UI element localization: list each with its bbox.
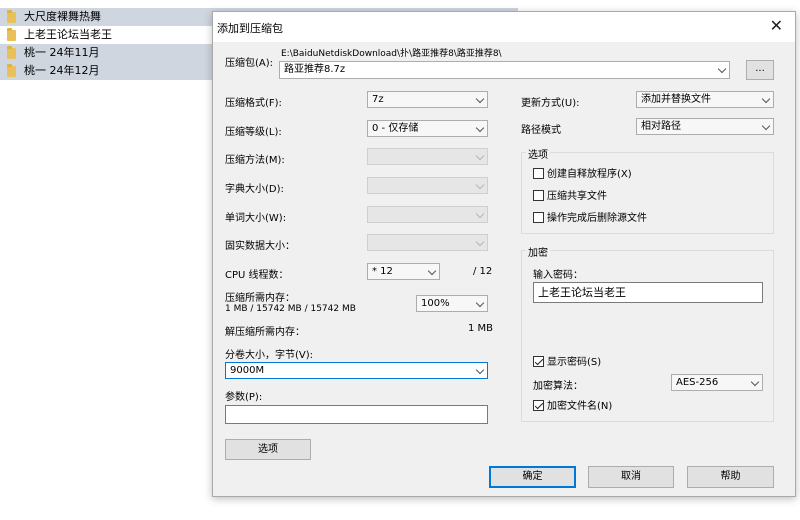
mem-usage-value: 100% [421, 298, 450, 309]
show-password-checkbox[interactable]: 显示密码(S) [533, 356, 601, 369]
title-bar: 添加到压缩包 ✕ [213, 12, 795, 42]
encrypt-names-checkbox[interactable]: 加密文件名(N) [533, 400, 612, 413]
update-mode-label: 更新方式(U): [521, 98, 580, 109]
encryption-group: 加密 输入密码： 上老王论坛当老王 显示密码(S) 加密算法： AES-256 … [521, 244, 774, 422]
archive-path: E:\BaiduNetdiskDownload\扑\路亚推荐8\路亚推荐8\ [281, 49, 502, 59]
list-item-label: 桃一 24年12月 [24, 64, 100, 77]
chevron-down-icon [475, 209, 485, 219]
delete-after-label: 操作完成后删除源文件 [547, 213, 647, 224]
list-item-label: 桃一 24年11月 [24, 46, 100, 59]
options-button[interactable]: 选项 [225, 439, 311, 460]
folder-icon [7, 64, 16, 77]
chevron-down-icon [475, 298, 485, 308]
format-value: 7z [372, 94, 384, 105]
update-mode-select[interactable]: 添加并替换文件 [636, 91, 774, 108]
split-size-combo[interactable]: 9000M [225, 362, 488, 379]
level-select[interactable]: 0 - 仅存储 [367, 120, 488, 137]
checkbox-box[interactable] [533, 356, 544, 367]
password-label: 输入密码： [533, 270, 583, 281]
chevron-down-icon [475, 123, 485, 133]
archive-name-combo[interactable]: 路亚推荐8.7z [279, 61, 730, 79]
solid-size-label: 固实数据大小： [225, 241, 295, 252]
word-size-label: 单词大小(W): [225, 213, 287, 224]
encryption-method-select[interactable]: AES-256 [671, 374, 763, 391]
chevron-down-icon [475, 151, 485, 161]
chevron-down-icon [475, 237, 485, 247]
dict-size-label: 字典大小(D): [225, 184, 284, 195]
params-label: 参数(P): [225, 392, 263, 403]
mem-compress-label: 压缩所需内存： [225, 293, 295, 304]
shared-files-label: 压缩共享文件 [547, 191, 607, 202]
ok-button[interactable]: 确定 [489, 466, 576, 488]
show-password-label: 显示密码(S) [547, 357, 602, 368]
options-group-title: 选项 [526, 146, 550, 161]
method-label: 压缩方法(M): [225, 155, 285, 166]
chevron-down-icon [750, 377, 760, 387]
mem-compress-detail: 1 MB / 15742 MB / 15742 MB [225, 304, 356, 314]
path-mode-value: 相对路径 [641, 121, 681, 132]
chevron-down-icon [761, 94, 771, 104]
sfx-checkbox[interactable]: 创建自释放程序(X) [533, 168, 632, 181]
cpu-threads-value: * 12 [372, 266, 393, 277]
encrypt-names-label: 加密文件名(N) [547, 401, 613, 412]
split-size-value: 9000M [230, 365, 265, 376]
close-icon[interactable]: ✕ [770, 16, 783, 36]
folder-icon [7, 10, 16, 23]
cpu-threads-select[interactable]: * 12 [367, 263, 440, 280]
cpu-threads-label: CPU 线程数： [225, 270, 289, 281]
delete-after-checkbox[interactable]: 操作完成后删除源文件 [533, 212, 647, 225]
chevron-down-icon [427, 266, 437, 276]
path-mode-label: 路径模式 [521, 125, 561, 136]
dialog-title: 添加到压缩包 [217, 22, 283, 35]
folder-icon [7, 28, 16, 41]
mem-decompress-label: 解压缩所需内存： [225, 327, 305, 338]
checkbox-box[interactable] [533, 212, 544, 223]
chevron-down-icon [761, 121, 771, 131]
list-item-label: 上老王论坛当老王 [24, 28, 112, 41]
help-button[interactable]: 帮助 [687, 466, 774, 488]
level-label: 压缩等级(L): [225, 127, 282, 138]
encryption-method-label: 加密算法： [533, 381, 583, 392]
level-value: 0 - 仅存储 [372, 123, 419, 134]
chevron-down-icon [475, 365, 485, 375]
checkbox-box[interactable] [533, 190, 544, 201]
browse-button[interactable]: ... [746, 60, 774, 80]
list-item-label: 大尺度裸舞热舞 [24, 10, 101, 23]
chevron-down-icon [717, 64, 727, 74]
format-select[interactable]: 7z [367, 91, 488, 108]
params-input[interactable] [225, 405, 488, 424]
update-mode-value: 添加并替换文件 [641, 94, 711, 105]
checkbox-box[interactable] [533, 400, 544, 411]
chevron-down-icon [475, 94, 485, 104]
add-to-archive-dialog: 添加到压缩包 ✕ 压缩包(A): E:\BaiduNetdiskDownload… [212, 11, 796, 497]
encryption-group-title: 加密 [526, 244, 550, 259]
dict-size-select[interactable] [367, 177, 488, 194]
mem-decompress-value: 1 MB [468, 323, 494, 334]
checkbox-box[interactable] [533, 168, 544, 179]
split-label: 分卷大小，字节(V): [225, 350, 314, 361]
method-select[interactable] [367, 148, 488, 165]
archive-name-value: 路亚推荐8.7z [284, 64, 346, 75]
chevron-down-icon [475, 180, 485, 190]
cancel-button[interactable]: 取消 [588, 466, 674, 488]
word-size-select[interactable] [367, 206, 488, 223]
options-group: 选项 创建自释放程序(X) 压缩共享文件 操作完成后删除源文件 [521, 146, 774, 234]
folder-icon [7, 46, 16, 59]
solid-size-select[interactable] [367, 234, 488, 251]
shared-files-checkbox[interactable]: 压缩共享文件 [533, 190, 607, 203]
path-mode-select[interactable]: 相对路径 [636, 118, 774, 135]
format-label: 压缩格式(F): [225, 98, 282, 109]
cpu-threads-max: / 12 [473, 266, 493, 277]
password-input[interactable]: 上老王论坛当老王 [533, 282, 763, 303]
archive-label: 压缩包(A): [225, 58, 274, 69]
encryption-method-value: AES-256 [676, 377, 719, 388]
sfx-label: 创建自释放程序(X) [547, 169, 632, 180]
mem-usage-select[interactable]: 100% [416, 295, 488, 312]
